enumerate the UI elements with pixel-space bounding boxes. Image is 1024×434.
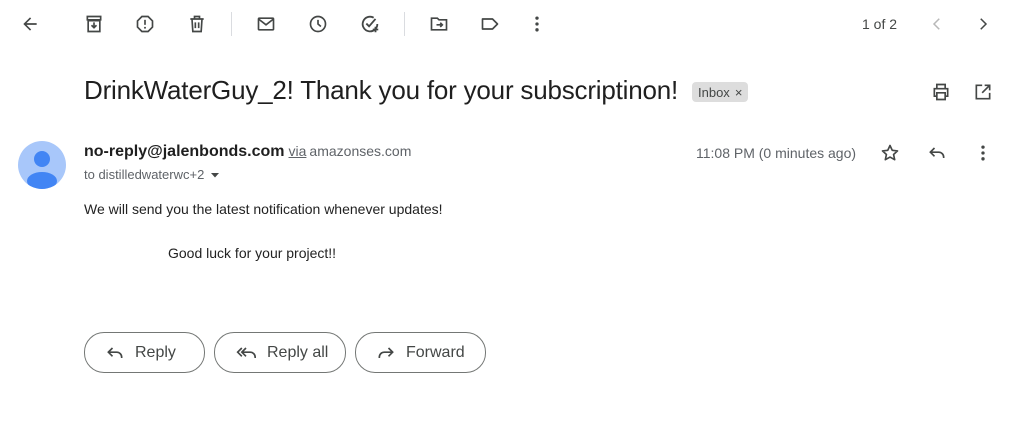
email-body-line: Good luck for your project!! xyxy=(168,245,337,261)
chevron-left-icon xyxy=(932,18,940,30)
move-to-button[interactable] xyxy=(421,6,457,42)
move-to-icon xyxy=(430,17,448,31)
reply-all-icon xyxy=(236,346,256,358)
pagination-text: 1 of 2 xyxy=(862,16,898,32)
toolbar-divider xyxy=(231,12,232,36)
reply-button[interactable]: Reply xyxy=(84,332,205,373)
email-subject: DrinkWaterGuy_2! Thank you for your subs… xyxy=(84,75,679,105)
delete-icon xyxy=(190,15,204,33)
mark-unread-icon xyxy=(257,17,275,31)
reply-icon xyxy=(107,346,123,358)
open-new-window-icon xyxy=(975,84,991,100)
message-more-button[interactable] xyxy=(965,135,1001,171)
forward-button[interactable]: Forward xyxy=(355,332,486,373)
timestamp: 11:08 PM (0 minutes ago) xyxy=(696,145,857,161)
star-icon xyxy=(881,144,899,161)
open-new-window-button[interactable] xyxy=(965,74,1001,110)
label-text: Inbox xyxy=(698,84,730,100)
star-button[interactable] xyxy=(872,135,908,171)
forward-icon xyxy=(378,346,394,358)
more-options-button[interactable] xyxy=(519,6,555,42)
toolbar-divider xyxy=(404,12,405,36)
reply-icon xyxy=(929,147,945,158)
more-vert-icon xyxy=(535,16,539,32)
inbox-label-chip[interactable]: Inbox × xyxy=(692,82,749,102)
add-to-tasks-icon xyxy=(361,15,379,33)
labels-button[interactable] xyxy=(472,6,508,42)
caret-down-icon[interactable] xyxy=(210,170,220,180)
sender-email[interactable]: no-reply@jalenbonds.com xyxy=(84,143,285,160)
report-spam-button[interactable] xyxy=(127,6,163,42)
delete-button[interactable] xyxy=(179,6,215,42)
snooze-icon xyxy=(309,15,327,33)
reply-label: Reply xyxy=(135,343,176,361)
labels-icon xyxy=(481,18,499,30)
reply-icon-button[interactable] xyxy=(919,135,955,171)
remove-label-button[interactable]: × xyxy=(735,85,743,100)
forward-label: Forward xyxy=(406,343,465,361)
recipients-line[interactable]: to distilledwaterwc+2 xyxy=(84,167,220,182)
back-button[interactable] xyxy=(12,6,48,42)
newer-button[interactable] xyxy=(919,6,955,42)
sender-avatar[interactable] xyxy=(18,141,66,189)
archive-button[interactable] xyxy=(76,6,112,42)
older-button[interactable] xyxy=(965,6,1001,42)
reply-all-label: Reply all xyxy=(267,343,329,361)
chevron-right-icon xyxy=(980,18,988,30)
reply-all-button[interactable]: Reply all xyxy=(214,332,346,373)
via-domain: amazonses.com xyxy=(309,143,412,159)
sender-line: no-reply@jalenbonds.com via amazonses.com xyxy=(84,143,411,161)
archive-icon xyxy=(86,15,102,33)
add-to-tasks-button[interactable] xyxy=(352,6,388,42)
back-arrow-icon xyxy=(23,17,37,31)
via-link[interactable]: via xyxy=(289,143,307,159)
email-body-line: We will send you the latest notification… xyxy=(84,201,443,217)
person-icon xyxy=(27,151,57,189)
mark-unread-button[interactable] xyxy=(248,6,284,42)
report-spam-icon xyxy=(136,15,154,33)
print-button[interactable] xyxy=(923,74,959,110)
recipients-text: to distilledwaterwc+2 xyxy=(84,167,205,182)
more-vert-icon xyxy=(981,145,985,161)
print-icon xyxy=(933,83,949,101)
snooze-button[interactable] xyxy=(300,6,336,42)
